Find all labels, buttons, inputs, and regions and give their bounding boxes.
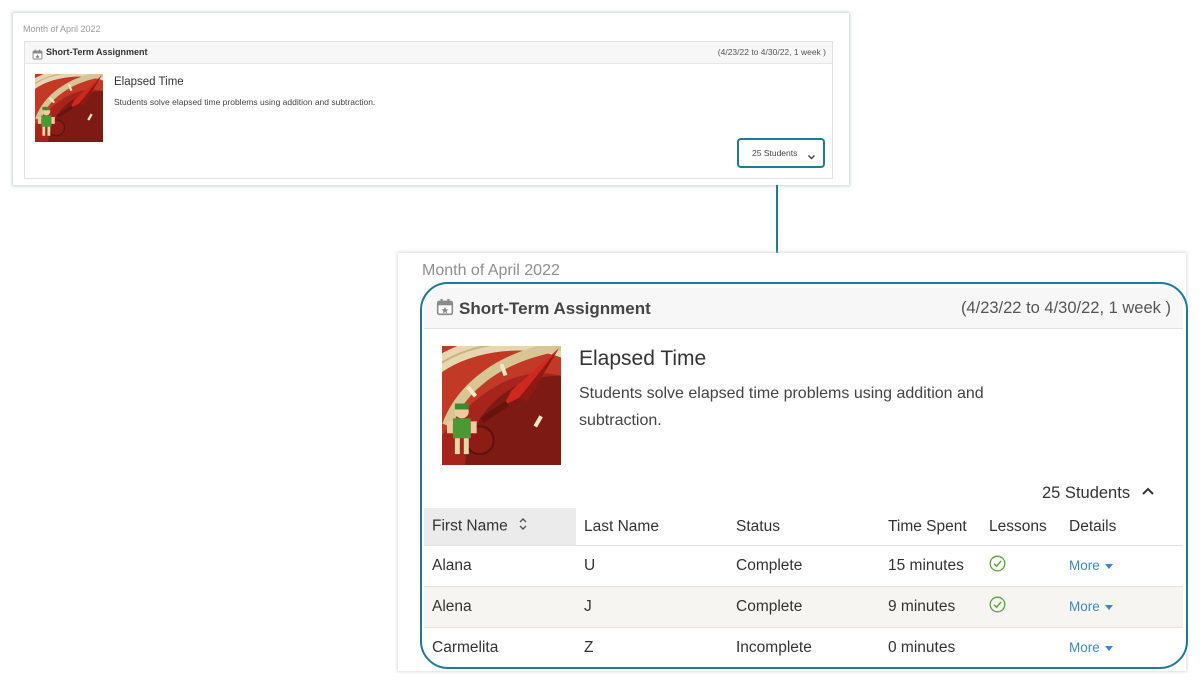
month-heading: Month of April 2022: [23, 24, 101, 34]
column-header-last-name: Last Name: [576, 508, 728, 546]
status-cell: Complete: [728, 587, 880, 628]
assignment-card: Short-Term Assignment (4/23/22 to 4/30/2…: [24, 41, 833, 179]
details-cell: More: [1061, 587, 1183, 628]
calendar-icon: [32, 47, 43, 65]
assignment-header: Short-Term Assignment (4/23/22 to 4/30/2…: [25, 42, 832, 64]
last-name-cell: J: [576, 587, 728, 628]
students-toggle-button[interactable]: 25 Students: [737, 138, 825, 168]
sort-icon[interactable]: [518, 517, 528, 536]
chevron-up-icon: [1140, 484, 1156, 505]
assignment-date-range: (4/23/22 to 4/30/22, 1 week ): [961, 299, 1171, 318]
table-row: Carmelita Z Incomplete 0 minutes More: [424, 628, 1183, 669]
first-name-cell: Alena: [424, 587, 576, 628]
column-header-first-name[interactable]: First Name: [424, 508, 576, 546]
elapsed-time-thumbnail-icon: [35, 74, 103, 142]
students-table: First Name Last Name Status Time Spent L…: [424, 508, 1183, 668]
assignment-date-range: (4/23/22 to 4/30/22, 1 week ): [718, 47, 826, 57]
column-header-details: Details: [1061, 508, 1183, 546]
more-details-link[interactable]: More: [1069, 558, 1113, 573]
collapsed-assignment-panel: Month of April 2022 Short-Term Assignmen…: [13, 13, 849, 185]
status-cell: Incomplete: [728, 628, 880, 669]
table-row: Alena J Complete 9 minutes More: [424, 587, 1183, 628]
caret-down-icon: [1105, 605, 1113, 610]
assignment-description: Students solve elapsed time problems usi…: [114, 97, 375, 107]
assignment-header: Short-Term Assignment (4/23/22 to 4/30/2…: [424, 288, 1183, 329]
month-heading: Month of April 2022: [422, 262, 560, 280]
calendar-icon: [436, 298, 454, 321]
details-cell: More: [1061, 546, 1183, 587]
caret-down-icon: [1105, 646, 1113, 651]
lessons-cell: [981, 587, 1061, 628]
column-header-time-spent: Time Spent: [880, 508, 981, 546]
chevron-down-icon: [807, 148, 816, 166]
first-name-cell: Alana: [424, 546, 576, 587]
column-header-lessons: Lessons: [981, 508, 1061, 546]
assignment-title: Elapsed Time: [114, 76, 184, 88]
elapsed-time-thumbnail-icon: [442, 346, 561, 465]
table-header-row: First Name Last Name Status Time Spent L…: [424, 508, 1183, 546]
time-spent-cell: 0 minutes: [880, 628, 981, 669]
lessons-cell: [981, 546, 1061, 587]
column-header-status: Status: [728, 508, 880, 546]
time-spent-cell: 15 minutes: [880, 546, 981, 587]
time-spent-cell: 9 minutes: [880, 587, 981, 628]
students-toggle-button[interactable]: 25 Students: [1040, 484, 1165, 506]
more-details-link[interactable]: More: [1069, 599, 1113, 614]
first-name-cell: Carmelita: [424, 628, 576, 669]
lessons-cell: [981, 628, 1061, 669]
check-circle-icon: [989, 559, 1006, 576]
details-cell: More: [1061, 628, 1183, 669]
students-count: 25 Students: [752, 148, 797, 158]
assignment-card-expanded: Short-Term Assignment (4/23/22 to 4/30/2…: [424, 288, 1183, 668]
assignment-title: Elapsed Time: [579, 347, 706, 371]
status-cell: Complete: [728, 546, 880, 587]
assignment-description: Students solve elapsed time problems usi…: [579, 380, 999, 434]
last-name-cell: Z: [576, 628, 728, 669]
last-name-cell: U: [576, 546, 728, 587]
check-circle-icon: [989, 600, 1006, 617]
assignment-type: Short-Term Assignment: [46, 47, 148, 57]
students-count: 25 Students: [1042, 484, 1130, 503]
more-details-link[interactable]: More: [1069, 640, 1113, 655]
table-row: Alana U Complete 15 minutes More: [424, 546, 1183, 587]
caret-down-icon: [1105, 564, 1113, 569]
assignment-type: Short-Term Assignment: [459, 299, 651, 319]
